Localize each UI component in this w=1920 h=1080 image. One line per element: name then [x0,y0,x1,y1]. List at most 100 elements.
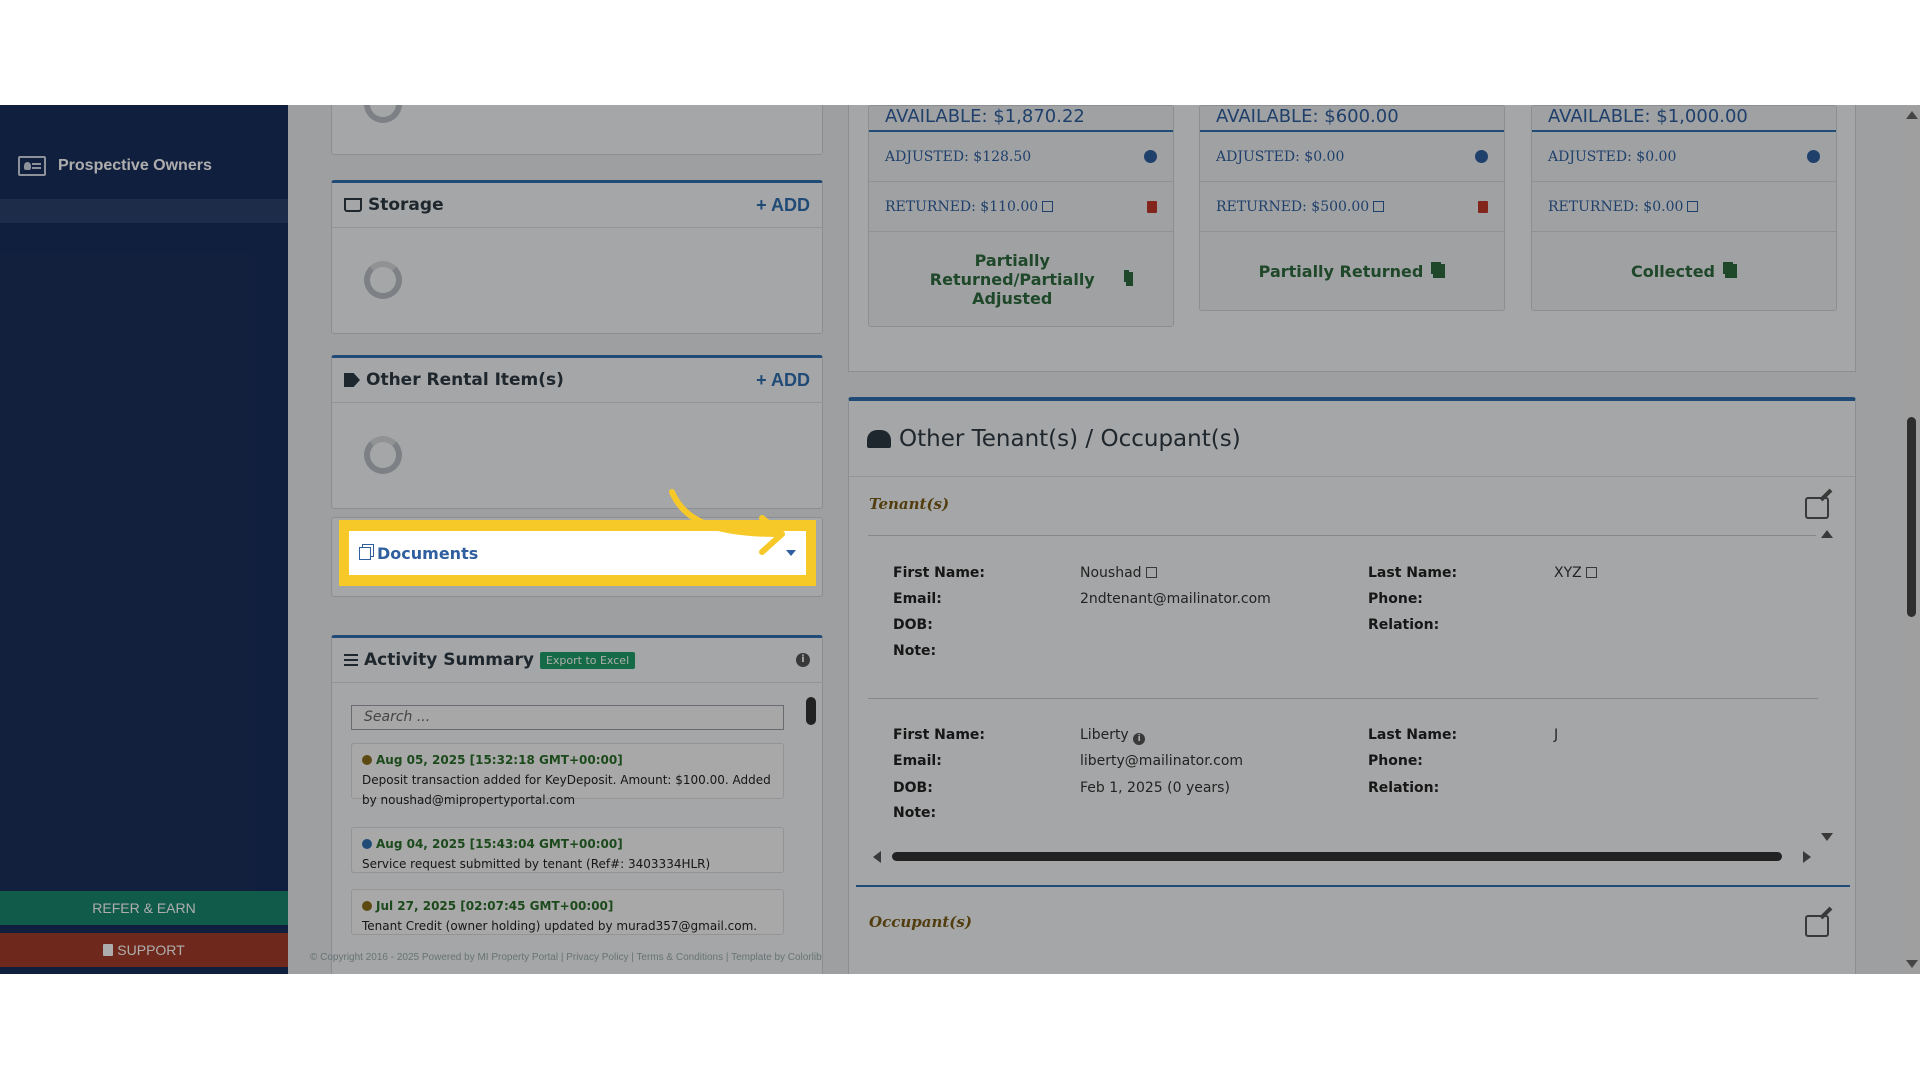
available-amount: AVAILABLE: $1,000.00 [1532,106,1836,132]
activity-text: Service request submitted by tenant (Ref… [362,857,711,871]
returned-amount: RETURNED: $0.00 [1548,198,1684,215]
id-card-icon [18,156,46,176]
adjusted-amount: ADJUSTED: $0.00 [1216,148,1345,165]
loading-spinner [364,436,402,474]
divider [868,698,1818,699]
tenant-last-name[interactable]: XYZ [1554,565,1597,581]
deposit-status: Collected [1631,261,1715,281]
tenant-last-name-value: XYZ [1554,565,1582,581]
edit-tenants-icon[interactable] [1805,497,1829,519]
book-icon [103,944,114,956]
divider [868,535,1816,536]
relation-label: Relation: [1368,617,1440,633]
email-label: Email: [893,753,942,769]
tenant-last-name: J [1554,727,1559,743]
horizontal-scroll-thumb[interactable] [892,852,1782,861]
horizontal-scrollbar[interactable] [873,850,1811,863]
loading-spinner [364,261,402,299]
last-name-label: Last Name: [1368,727,1458,743]
storage-add-button[interactable]: + ADD [756,195,810,216]
external-link-icon[interactable] [1687,201,1699,212]
sidebar-active-row[interactable] [0,199,288,223]
other-rental-add-button[interactable]: + ADD [756,370,810,391]
trash-icon[interactable] [1478,200,1488,213]
page-scroll-down-arrow[interactable] [1906,960,1918,968]
list-icon [344,654,358,666]
info-icon[interactable]: i [796,653,810,667]
tenant-dob: Feb 1, 2025 (0 years) [1080,780,1230,796]
external-link-icon[interactable] [1042,201,1054,212]
relation-label: Relation: [1368,780,1440,796]
deposit-card: AVAILABLE: $1,000.00 ADJUSTED: $0.00 RET… [1531,105,1837,311]
storage-add-label: ADD [771,194,810,215]
activity-date: Aug 04, 2025 [15:43:04 GMT+00:00] [376,837,623,851]
dob-label: DOB: [893,617,933,633]
scroll-right-arrow[interactable] [1803,851,1811,863]
tenant-email: liberty@mailinator.com [1080,753,1244,769]
page-scroll-thumb[interactable] [1907,417,1916,617]
deposit-status: Partially Returned/Partially Adjusted [929,250,1095,308]
support-label: SUPPORT [117,942,185,958]
activity-text: Tenant Credit (owner holding) updated by… [362,919,758,933]
edit-occupants-icon[interactable] [1805,915,1829,937]
phone-label: Phone: [1368,591,1423,607]
divider [856,885,1850,887]
status-dot [362,755,372,765]
activity-item: Jul 27, 2025 [02:07:45 GMT+00:00] Tenant… [351,889,784,935]
other-rental-add-label: ADD [771,369,810,390]
tags-icon [344,373,360,387]
tenant-first-name-value: Noushad [1080,565,1142,581]
export-to-excel-button[interactable]: Export to Excel [539,651,636,669]
page-scrollbar[interactable] [1903,105,1920,974]
copy-icon[interactable] [1725,264,1737,278]
tenant-email: 2ndtenant@mailinator.com [1080,591,1271,607]
tenant-first-name: Liberty i [1080,727,1146,745]
tutorial-arrow-icon [669,489,785,555]
activity-summary-title: Activity Summary [364,650,534,670]
activity-search-input[interactable]: Search ... [351,705,784,730]
note-label: Note: [893,805,937,821]
activity-scrollbar[interactable] [806,697,816,725]
returned-amount: RETURNED: $110.00 [885,198,1039,215]
status-dot [362,839,372,849]
external-link-icon[interactable] [1373,201,1385,212]
tenant-first-name-value: Liberty [1080,727,1129,743]
support-button[interactable]: SUPPORT [0,933,288,967]
storage-title: Storage [368,195,444,215]
tenant-first-name[interactable]: Noushad [1080,565,1157,581]
adjusted-amount: ADJUSTED: $128.50 [885,148,1032,165]
copy-docs-icon [359,546,371,560]
refer-and-earn-button[interactable]: REFER & EARN [0,891,288,925]
activity-date: Jul 27, 2025 [02:07:45 GMT+00:00] [376,899,614,913]
tenants-section-label: Tenant(s) [869,495,950,513]
trash-icon[interactable] [1147,200,1157,213]
info-icon[interactable] [1807,150,1820,163]
scroll-left-arrow[interactable] [873,851,881,863]
info-icon[interactable] [1475,150,1488,163]
status-dot [362,901,372,911]
activity-date: Aug 05, 2025 [15:32:18 GMT+00:00] [376,753,623,767]
scroll-down-arrow[interactable] [1821,833,1833,841]
activity-item: Aug 05, 2025 [15:32:18 GMT+00:00] Deposi… [351,743,784,807]
first-name-label: First Name: [893,565,986,581]
users-icon [867,429,891,448]
basket-icon [344,198,362,212]
available-amount: AVAILABLE: $600.00 [1200,106,1504,132]
external-link-icon[interactable] [1145,567,1157,578]
partial-panel-top [331,105,823,155]
scroll-up-arrow[interactable] [1821,530,1833,538]
copy-icon[interactable] [1125,272,1133,286]
copy-icon[interactable] [1433,264,1446,278]
page-footer: © Copyright 2016 - 2025 Powered by MI Pr… [310,952,822,963]
sidebar-item-prospective-owners[interactable]: Prospective Owners [0,145,288,187]
tenants-panel-header: Other Tenant(s) / Occupant(s) [849,401,1855,477]
deposit-card: AVAILABLE: $600.00 ADJUSTED: $0.00 RETUR… [1199,105,1505,311]
info-icon[interactable]: i [1133,733,1146,745]
page-scroll-up-arrow[interactable] [1906,111,1918,119]
deposit-status: Partially Returned [1258,261,1424,281]
app-stage: Prospective Owners REFER & EARN SUPPORT … [0,105,1920,974]
loading-spinner [364,105,402,123]
info-icon[interactable] [1144,150,1157,163]
first-name-label: First Name: [893,727,986,743]
external-link-icon[interactable] [1585,567,1597,578]
